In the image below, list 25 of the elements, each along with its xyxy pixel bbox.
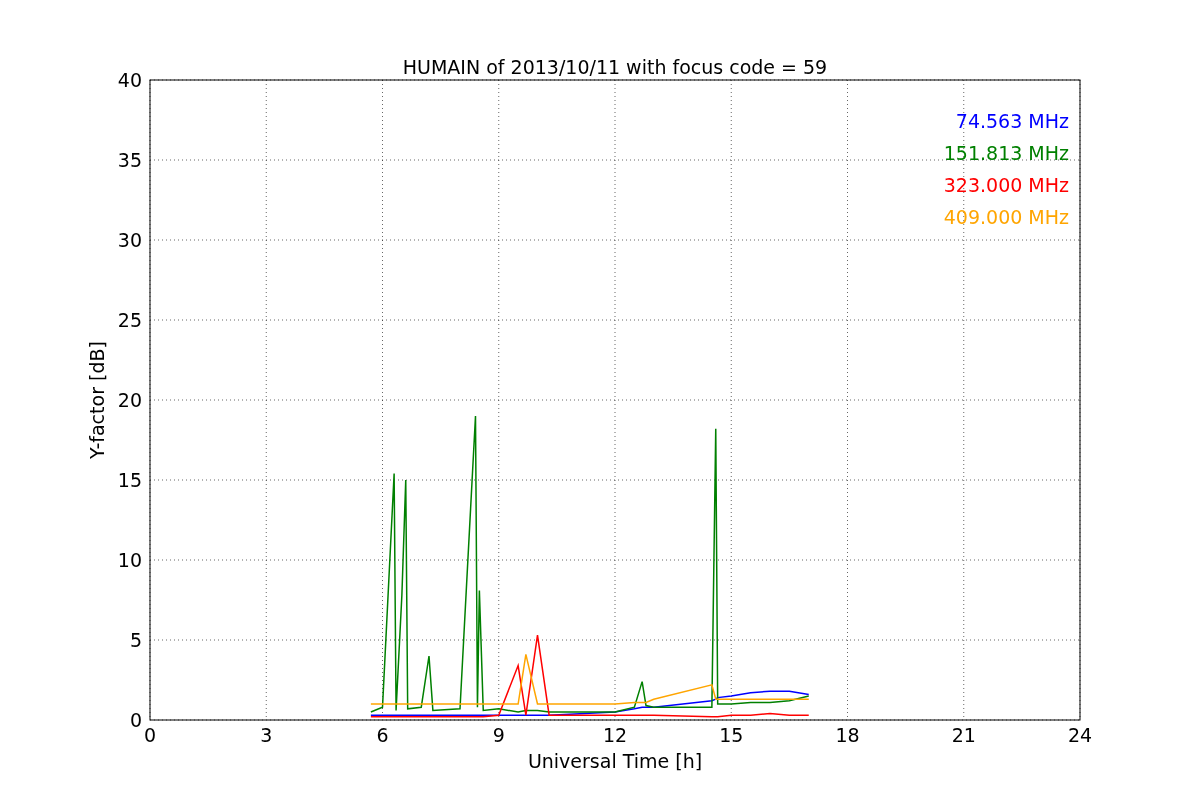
y-tick-label: 15 <box>117 469 142 491</box>
legend-label: 151.813 MHz <box>943 142 1069 164</box>
x-tick-label: 21 <box>951 724 976 746</box>
y-tick-label: 20 <box>117 389 142 411</box>
y-tick-label: 5 <box>129 629 142 651</box>
legend-label: 74.563 MHz <box>955 110 1069 132</box>
y-tick-label: 35 <box>117 149 142 171</box>
y-tick-label: 10 <box>117 549 142 571</box>
x-tick-label: 15 <box>719 724 744 746</box>
y-tick-label: 0 <box>129 709 142 731</box>
x-axis-label: Universal Time [h] <box>527 750 703 772</box>
chart-title: HUMAIN of 2013/10/11 with focus code = 59 <box>402 56 828 78</box>
y-axis-label: Y-factor [dB] <box>86 341 108 459</box>
y-tick-label: 30 <box>117 229 142 251</box>
x-tick-label: 6 <box>376 724 389 746</box>
x-tick-label: 3 <box>260 724 273 746</box>
x-tick-label: 12 <box>602 724 628 746</box>
legend-label: 323.000 MHz <box>943 174 1069 196</box>
x-tick-label: 24 <box>1067 724 1093 746</box>
x-tick-label: 9 <box>492 724 505 746</box>
legend-label: 409.000 MHz <box>943 206 1069 228</box>
x-tick-label: 0 <box>143 724 157 746</box>
y-tick-label: 40 <box>117 69 142 91</box>
y-tick-label: 25 <box>117 309 142 331</box>
x-tick-label: 18 <box>835 724 860 746</box>
